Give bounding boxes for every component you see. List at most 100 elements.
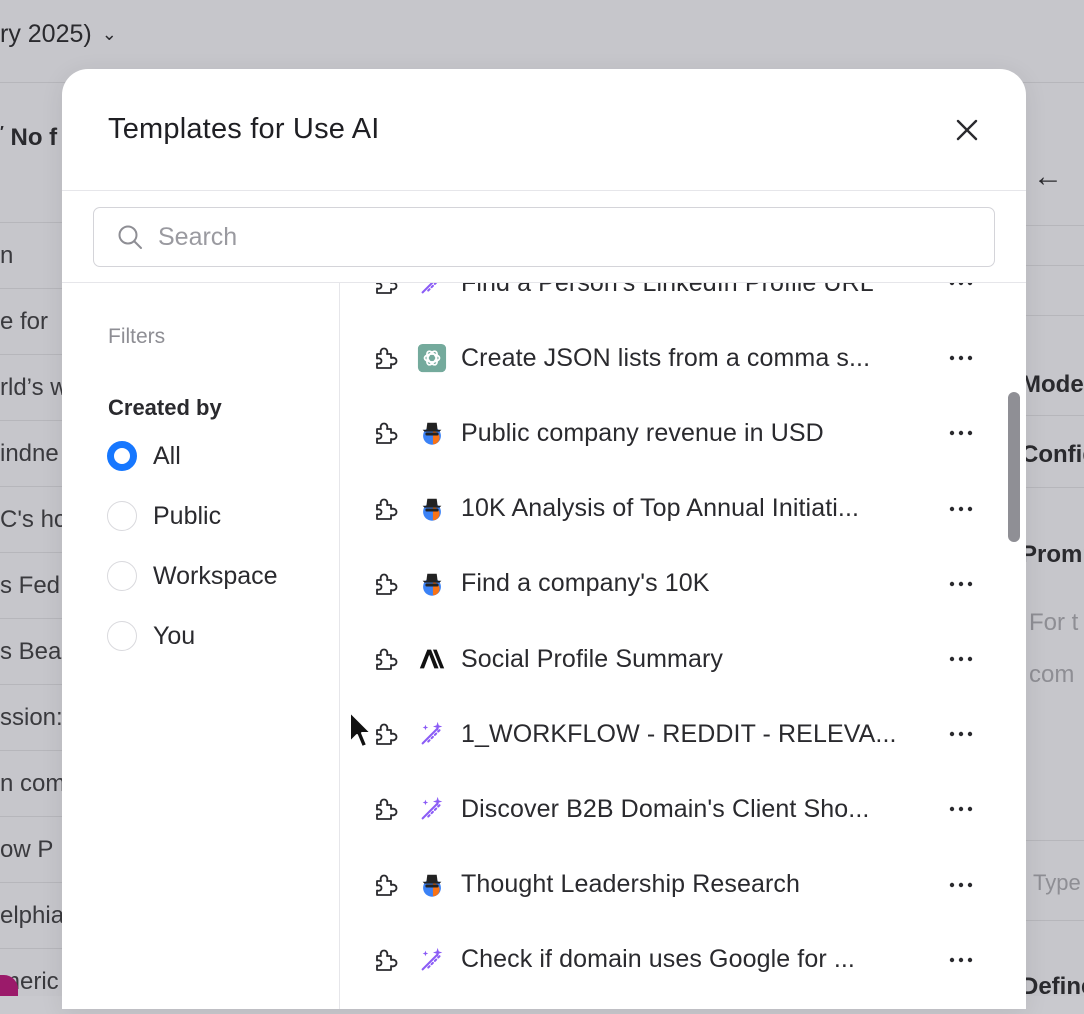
puzzle-icon xyxy=(371,945,401,975)
scrollbar-thumb[interactable] xyxy=(1008,392,1020,542)
background-label-model: Mode xyxy=(1021,371,1084,398)
background-row-text: n com xyxy=(0,769,62,797)
radio-button[interactable] xyxy=(107,621,137,651)
radio-button[interactable] xyxy=(107,501,137,531)
background-row: indne xyxy=(0,420,62,486)
agent-icon xyxy=(416,568,448,600)
search-input[interactable] xyxy=(158,222,978,252)
template-name: 10K Analysis of Top Annual Initiati... xyxy=(461,494,860,523)
template-name: 1_WORKFLOW - REDDIT - RELEVA... xyxy=(461,719,897,748)
template-list-item[interactable]: 10K Analysis of Top Annual Initiati... xyxy=(341,471,1001,546)
background-row: e for xyxy=(0,288,62,354)
background-row-text: rld’s w xyxy=(0,373,62,401)
background-row: rld’s w xyxy=(0,354,62,420)
filters-panel: Filters Created by All Public Workspace … xyxy=(62,283,340,1009)
mouse-cursor-icon xyxy=(349,711,372,748)
more-options-icon[interactable] xyxy=(946,649,976,669)
divider xyxy=(1025,487,1084,488)
more-options-icon[interactable] xyxy=(946,574,976,594)
divider xyxy=(62,190,1026,191)
background-row-text: ssion: xyxy=(0,703,62,731)
template-list-item[interactable]: Find a company's 10K xyxy=(341,546,1001,621)
search-box[interactable] xyxy=(93,207,995,267)
background-column-header: ′ No f xyxy=(0,124,58,151)
background-row-text: e for xyxy=(0,307,49,335)
puzzle-icon xyxy=(371,719,401,749)
agent-icon xyxy=(416,417,448,449)
background-row: ow P xyxy=(0,816,62,882)
background-row: s Fed xyxy=(0,552,62,618)
template-name: Find a company's 10K xyxy=(461,569,710,598)
radio-label: You xyxy=(153,621,196,650)
puzzle-icon xyxy=(371,644,401,674)
wand-icon xyxy=(416,944,448,976)
more-options-icon[interactable] xyxy=(946,499,976,519)
background-label-config: Config xyxy=(1021,441,1084,468)
puzzle-icon xyxy=(371,569,401,599)
wand-icon xyxy=(416,283,448,299)
close-icon xyxy=(956,119,978,141)
template-name: Thought Leadership Research xyxy=(461,870,801,899)
template-name: Public company revenue in USD xyxy=(461,418,824,447)
puzzle-icon xyxy=(371,343,401,373)
filter-option-all[interactable]: All xyxy=(107,441,181,471)
background-page-title: ry 2025) ⌄ xyxy=(0,20,117,48)
background-row-text: elphia xyxy=(0,901,62,929)
background-row-text: indne xyxy=(0,439,59,467)
template-list-item[interactable]: Discover B2B Domain's Client Sho... xyxy=(341,772,1001,847)
agent-icon xyxy=(416,869,448,901)
radio-button[interactable] xyxy=(107,561,137,591)
agent-icon xyxy=(416,493,448,525)
filter-option-public[interactable]: Public xyxy=(107,501,221,531)
background-row: n xyxy=(0,222,62,288)
background-row-text: s Bea xyxy=(0,637,62,665)
background-placeholder-line: com xyxy=(1029,661,1075,688)
template-list-item[interactable]: Check if domain uses Google for ... xyxy=(341,922,1001,997)
background-row: s Bea xyxy=(0,618,62,684)
radio-label: Workspace xyxy=(153,561,278,590)
puzzle-icon xyxy=(371,794,401,824)
background-rows: n e for rld’s w indne C's ho s Fed s Bea ssion:… xyxy=(0,222,62,1014)
background-row: C's ho xyxy=(0,486,62,552)
template-list-item[interactable]: Find a Person's LinkedIn Profile URL xyxy=(341,283,1001,321)
divider xyxy=(1025,265,1084,266)
more-options-icon[interactable] xyxy=(946,799,976,819)
puzzle-icon xyxy=(371,283,401,298)
more-options-icon[interactable] xyxy=(946,348,976,368)
divider xyxy=(1025,840,1084,841)
divider xyxy=(1025,920,1084,921)
template-list-item[interactable]: Social Profile Summary xyxy=(341,622,1001,697)
more-options-icon[interactable] xyxy=(946,724,976,744)
divider xyxy=(1025,315,1084,316)
background-right-panel: ← Mode Config Promp For t com Type Defin… xyxy=(1021,115,1084,1000)
template-list-item[interactable]: Public company revenue in USD xyxy=(341,396,1001,471)
filter-option-you[interactable]: You xyxy=(107,621,195,651)
background-placeholder-line: For t xyxy=(1029,609,1079,636)
template-list-item[interactable]: 1_WORKFLOW - REDDIT - RELEVA... xyxy=(341,697,1001,772)
radio-button[interactable] xyxy=(107,441,137,471)
arrow-left-icon: ← xyxy=(1033,160,1063,193)
background-label-prompt: Promp xyxy=(1021,541,1084,568)
search-icon xyxy=(118,225,142,249)
divider xyxy=(1025,415,1084,416)
wand-icon xyxy=(416,793,448,825)
wand-icon xyxy=(416,718,448,750)
template-list-item[interactable]: Create JSON lists from a comma s... xyxy=(341,321,1001,396)
more-options-icon[interactable] xyxy=(946,283,976,293)
template-name: Create JSON lists from a comma s... xyxy=(461,343,871,372)
background-row: ssion: xyxy=(0,684,62,750)
template-list-item[interactable]: Thought Leadership Research xyxy=(341,847,1001,922)
templates-modal: Templates for Use AI Filters Created by … xyxy=(62,69,1026,1009)
template-name: Check if domain uses Google for ... xyxy=(461,945,855,974)
close-button[interactable] xyxy=(950,113,984,147)
more-options-icon[interactable] xyxy=(946,950,976,970)
more-options-icon[interactable] xyxy=(946,423,976,443)
more-options-icon[interactable] xyxy=(946,875,976,895)
background-row-text: ow P xyxy=(0,835,54,863)
template-name: Discover B2B Domain's Client Sho... xyxy=(461,794,870,823)
background-label-define: Define xyxy=(1021,973,1084,1000)
filter-option-workspace[interactable]: Workspace xyxy=(107,561,278,591)
divider xyxy=(1025,225,1084,226)
puzzle-icon xyxy=(371,418,401,448)
background-row: n com xyxy=(0,750,62,816)
